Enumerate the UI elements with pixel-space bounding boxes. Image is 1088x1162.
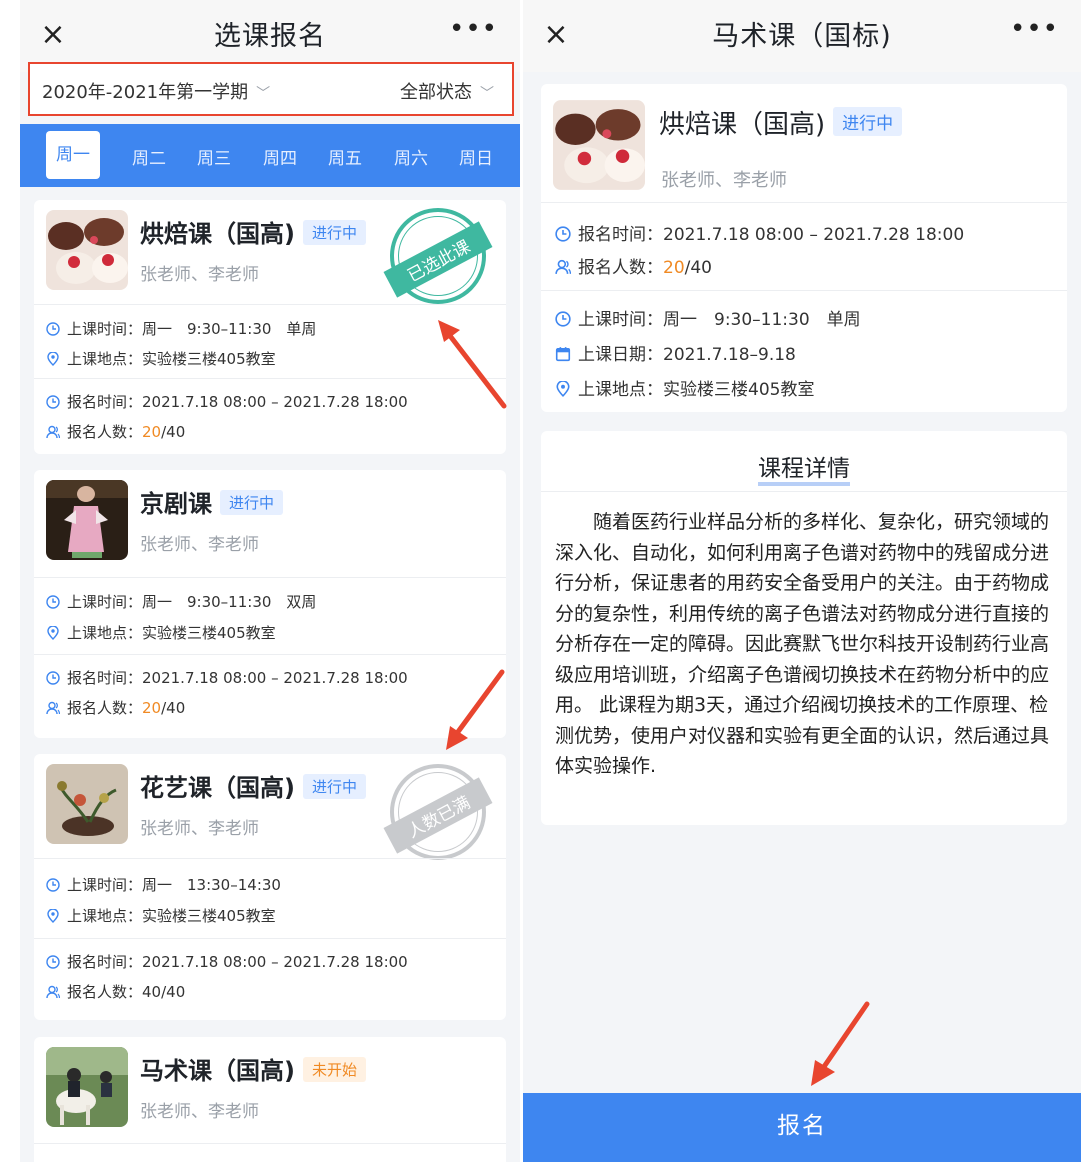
tab-monday[interactable]: 周一 (46, 131, 100, 179)
term-select-label: 2020年-2021年第一学期 (42, 82, 249, 103)
class-location: 上课地点：实验楼三楼405教室 (46, 905, 276, 926)
teachers: 张老师、李老师 (140, 535, 259, 555)
course-card-opera[interactable]: 京剧课 进行中 张老师、李老师 上课时间：周一 9:30–11:30 双周 上课地… (34, 470, 506, 738)
course-card-floral[interactable]: 花艺课（国高) 进行中 张老师、李老师 人数已满 上课时间：周一 13:30–14… (34, 754, 506, 1020)
calendar-icon (555, 347, 571, 362)
location-pin-icon (47, 909, 59, 923)
tab-sunday[interactable]: 周日 (459, 144, 493, 169)
signup-button[interactable]: 报名 (523, 1093, 1081, 1162)
signup-time: 报名时间：2021.7.18 08:00 – 2021.7.28 18:00 (555, 220, 964, 245)
full-stamp: 人数已满 (383, 764, 493, 860)
location-pin-icon (47, 352, 59, 366)
status-badge: 进行中 (833, 107, 903, 136)
tab-wednesday[interactable]: 周三 (197, 144, 231, 169)
clock-icon (555, 226, 571, 242)
teachers: 张老师、李老师 (140, 265, 259, 285)
title-bar: × 马术课（国标) ••• (523, 0, 1081, 72)
weekday-tabs: 周一 周二 周三 周四 周五 周六 周日 (20, 124, 520, 187)
teachers: 张老师、李老师 (661, 170, 787, 191)
selected-stamp: 已选此课 (383, 208, 493, 304)
clock-icon (46, 395, 60, 409)
teachers: 张老师、李老师 (140, 1102, 259, 1122)
signup-count: 报名人数：40/40 (46, 981, 185, 1002)
status-badge: 进行中 (302, 774, 366, 799)
course-thumbnail (46, 764, 128, 844)
location-pin-icon (47, 626, 59, 640)
tab-friday[interactable]: 周五 (328, 144, 362, 169)
signup-count: 报名人数：20/40 (46, 697, 185, 718)
clock-icon (46, 955, 60, 969)
status-badge: 进行中 (302, 220, 366, 245)
status-select-label: 全部状态 (400, 82, 472, 103)
course-thumbnail (46, 1047, 128, 1127)
chevron-down-icon: ﹀ (256, 86, 271, 102)
more-icon[interactable]: ••• (449, 14, 498, 44)
people-icon (46, 985, 60, 999)
chevron-down-icon: ﹀ (480, 86, 494, 102)
course-name: 花艺课（国高) 进行中 (140, 768, 366, 803)
signup-time: 报名时间：2021.7.18 08:00 – 2021.7.28 18:00 (46, 667, 408, 688)
course-detail-card: 课程详情 随着医药行业样品分析的多样化、复杂化，研究领域的深入化、自动化，如何利… (541, 431, 1067, 825)
class-location: 上课地点：实验楼三楼405教室 (555, 375, 814, 400)
tab-thursday[interactable]: 周四 (263, 144, 297, 169)
signup-count: 报名人数：20/40 (555, 253, 712, 278)
class-time: 上课时间：周一 9:30–11:30 单周 (555, 305, 861, 330)
class-location: 上课地点：实验楼三楼405教室 (46, 348, 276, 369)
clock-icon (46, 671, 60, 685)
clock-icon (46, 322, 60, 336)
signup-time: 报名时间：2021.7.18 08:00 – 2021.7.28 18:00 (46, 391, 408, 412)
course-card-equestrian[interactable]: 马术课（国高) 未开始 张老师、李老师 (34, 1037, 506, 1162)
course-name: 烘焙课（国高) 进行中 (140, 214, 366, 249)
annotation-arrow (438, 320, 507, 409)
course-name: 京剧课 进行中 (140, 484, 284, 519)
course-thumbnail (553, 100, 645, 190)
class-location: 上课地点：实验楼三楼405教室 (46, 622, 276, 643)
annotation-arrow (811, 1001, 870, 1086)
course-list-screen: × 选课报名 ••• 2020年-2021年第一学期 ﹀ 全部状态 ﹀ 周一 周二 … (20, 0, 520, 1162)
course-thumbnail (46, 480, 128, 560)
teachers: 张老师、李老师 (140, 819, 259, 839)
filter-bar: 2020年-2021年第一学期 ﹀ 全部状态 ﹀ (28, 62, 514, 116)
class-time: 上课时间：周一 9:30–11:30 单周 (46, 318, 316, 339)
signup-time: 报名时间：2021.7.18 08:00 – 2021.7.28 18:00 (46, 951, 408, 972)
course-info-card: 烘焙课（国高) 进行中 张老师、李老师 报名时间：2021.7.18 08:00 … (541, 84, 1067, 412)
status-badge: 进行中 (220, 490, 284, 515)
page-title: 马术课（国标) (712, 21, 892, 52)
clock-icon (46, 878, 60, 892)
status-select[interactable]: 全部状态 ﹀ (400, 78, 494, 104)
course-name: 烘焙课（国高) 进行中 (659, 104, 903, 141)
location-pin-icon (556, 381, 570, 397)
course-detail-screen: × 马术课（国标) ••• 烘焙课（国高) 进行中 张老师、李老师 报名时间：20… (523, 0, 1081, 1162)
more-icon[interactable]: ••• (1010, 14, 1059, 44)
term-select[interactable]: 2020年-2021年第一学期 ﹀ (42, 78, 270, 104)
status-badge: 未开始 (302, 1057, 366, 1082)
tab-tuesday[interactable]: 周二 (132, 144, 166, 169)
people-icon (46, 425, 60, 439)
class-time: 上课时间：周一 9:30–11:30 双周 (46, 591, 316, 612)
signup-count: 报名人数：20/40 (46, 421, 185, 442)
people-icon (46, 701, 60, 715)
course-name: 马术课（国高) 未开始 (140, 1051, 366, 1086)
detail-body: 随着医药行业样品分析的多样化、复杂化，研究领域的深入化、自动化，如何利用离子色谱… (555, 511, 1050, 777)
clock-icon (46, 595, 60, 609)
page-title: 选课报名 (214, 21, 326, 52)
tab-saturday[interactable]: 周六 (394, 144, 428, 169)
detail-heading: 课程详情 (541, 449, 1067, 486)
annotation-arrow (446, 669, 505, 750)
clock-icon (555, 311, 571, 327)
class-date: 上课日期：2021.7.18–9.18 (555, 340, 796, 365)
people-icon (555, 259, 571, 274)
class-time: 上课时间：周一 13:30–14:30 (46, 874, 281, 895)
course-thumbnail (46, 210, 128, 290)
